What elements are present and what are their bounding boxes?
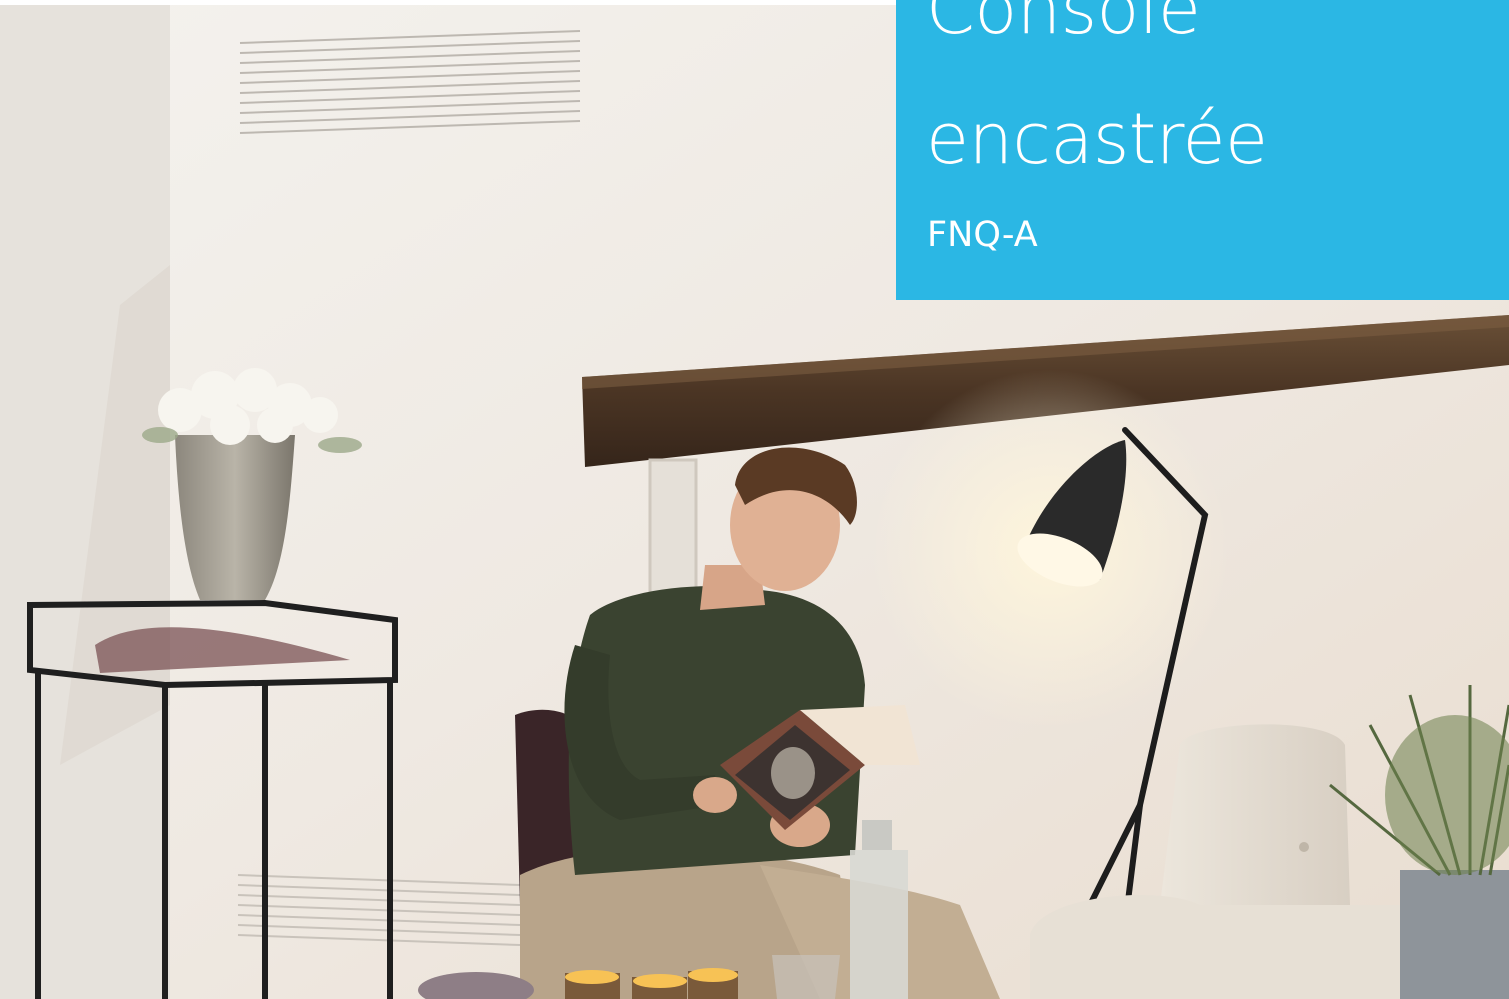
title-line-console: Console — [926, 0, 1201, 50]
page: Console encastrée FNQ-A — [0, 0, 1509, 999]
title-banner: Console encastrée FNQ-A — [896, 0, 1509, 300]
model-code: FNQ-A — [927, 215, 1038, 255]
title-line-encastree: encastrée — [926, 98, 1268, 180]
